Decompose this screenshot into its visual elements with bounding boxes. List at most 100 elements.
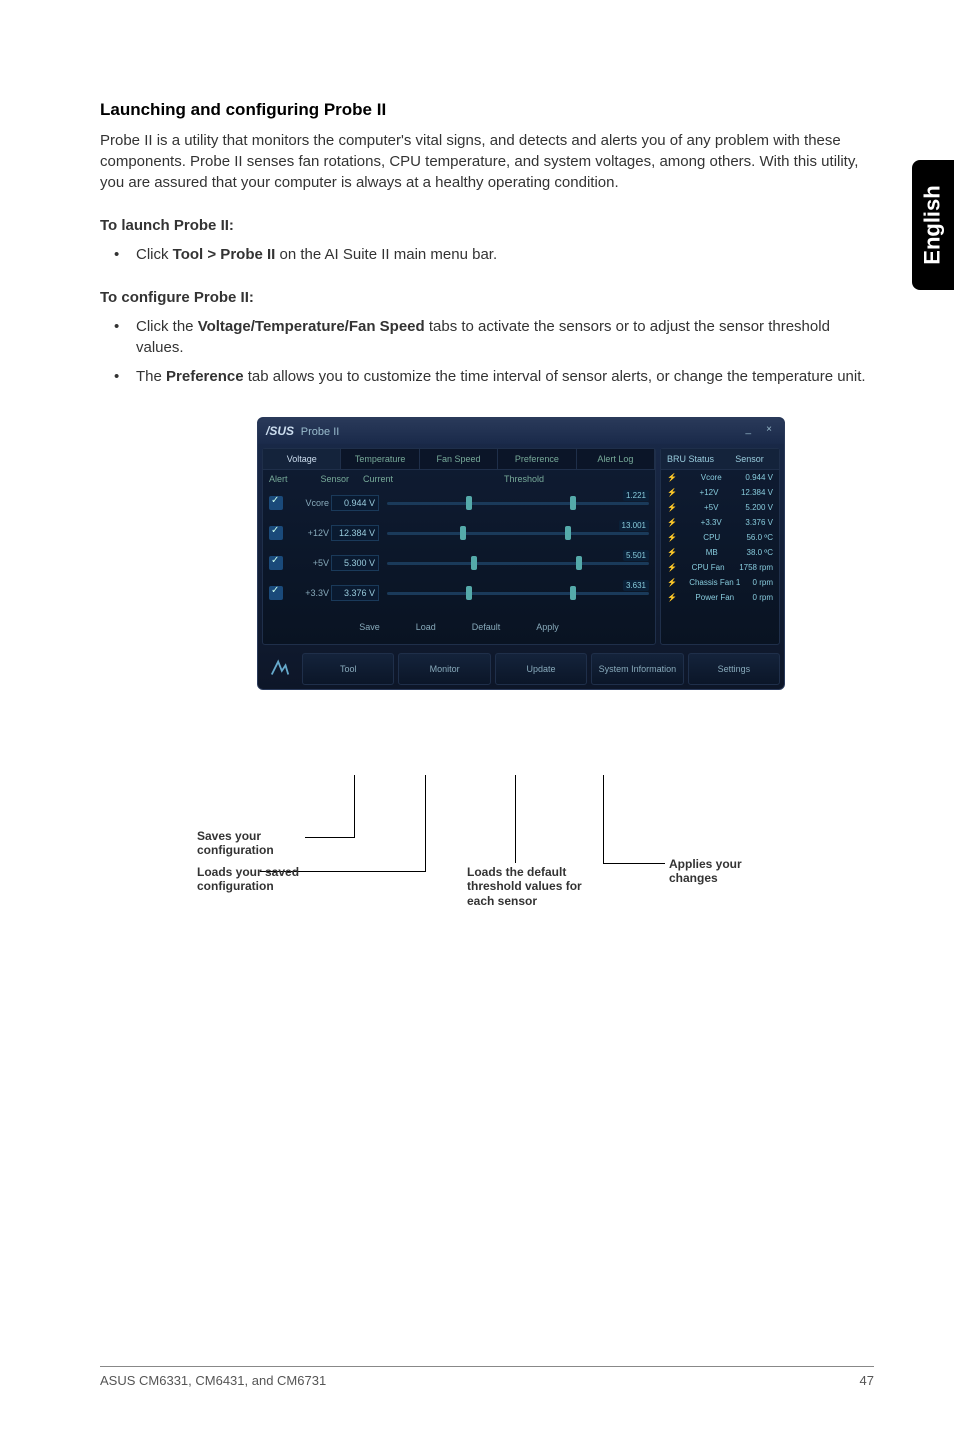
status-row: ⚡Chassis Fan 10 rpm — [661, 575, 779, 590]
status-value: 38.0 ºC — [747, 548, 774, 557]
status-row: ⚡Power Fan0 rpm — [661, 590, 779, 605]
action-buttons: Save Load Default Apply — [263, 608, 655, 644]
left-pane: Voltage Temperature Fan Speed Preference… — [262, 448, 656, 645]
titlebar: /SUS Probe II _ × — [258, 418, 784, 444]
bottom-update-button[interactable]: Update — [495, 653, 587, 685]
status-value: 0 rpm — [753, 578, 773, 587]
configure-list: Click the Voltage/Temperature/Fan Speed … — [100, 316, 874, 387]
status-row: ⚡MB38.0 ºC — [661, 545, 779, 560]
tab-temperature[interactable]: Temperature — [341, 449, 419, 469]
status-value: 56.0 ºC — [746, 533, 773, 542]
launch-item: Click Tool > Probe II on the AI Suite II… — [100, 244, 874, 265]
screenshot-area: /SUS Probe II _ × Voltage Temperature Fa… — [187, 417, 787, 690]
hdr-alert: Alert — [269, 474, 299, 484]
minimize-button[interactable]: _ — [741, 424, 755, 438]
configure-item-1: Click the Voltage/Temperature/Fan Speed … — [100, 316, 874, 358]
sensor-name: +3.3V — [285, 588, 329, 598]
sensor-value: 0.944 V — [331, 495, 379, 511]
window-buttons: _ × — [737, 424, 776, 438]
sensor-name: +5V — [285, 558, 329, 568]
status-name: +5V — [704, 503, 718, 512]
tab-voltage[interactable]: Voltage — [263, 449, 341, 469]
save-button[interactable]: Save — [353, 620, 386, 634]
sensor-name: +12V — [285, 528, 329, 538]
alert-checkbox[interactable] — [269, 586, 283, 600]
status-name: CPU Fan — [692, 563, 725, 572]
status-icon: ⚡ — [667, 593, 677, 602]
callout-saves: Saves your configuration — [197, 829, 307, 858]
bottom-tool-button[interactable]: Tool — [302, 653, 394, 685]
status-name: MB — [706, 548, 718, 557]
status-row: ⚡ +12V 12.384 V — [661, 485, 779, 500]
configure-item-2: The Preference tab allows you to customi… — [100, 366, 874, 387]
status-row: ⚡+5V5.200 V — [661, 500, 779, 515]
status-row: ⚡Vcore0.944 V — [661, 470, 779, 485]
sensor-row: +12V 12.384 V 13.001 — [263, 518, 655, 548]
sensor-row: Vcore 0.944 V 1.221 — [263, 488, 655, 518]
sensor-value: 5.300 V — [331, 555, 379, 571]
tab-fanspeed[interactable]: Fan Speed — [420, 449, 498, 469]
status-icon: ⚡ — [667, 533, 677, 542]
bottom-sysinfo-button[interactable]: System Information — [591, 653, 683, 685]
callout-line — [603, 775, 604, 863]
status-icon: ⚡ — [667, 473, 677, 482]
footer-product: ASUS CM6331, CM6431, and CM6731 — [100, 1373, 326, 1388]
callout-loads: Loads your saved configuration — [197, 865, 337, 894]
status-icon: ⚡ — [667, 488, 677, 497]
status-name: +12V — [700, 488, 719, 497]
sensor-rows: Vcore 0.944 V 1.221 +12V 12.384 V 13.001 — [263, 488, 655, 608]
ai-suite-logo-icon — [262, 653, 298, 685]
page-content: Launching and configuring Probe II Probe… — [0, 0, 954, 690]
titlebar-left: /SUS Probe II — [266, 424, 339, 438]
sensor-tabs: Voltage Temperature Fan Speed Preference… — [263, 449, 655, 470]
language-tab: English — [912, 160, 954, 290]
alert-checkbox[interactable] — [269, 556, 283, 570]
callout-line — [305, 837, 355, 838]
status-name: Chassis Fan 1 — [689, 578, 740, 587]
callout-default: Loads the default threshold values for e… — [467, 865, 607, 908]
bottom-monitor-button[interactable]: Monitor — [398, 653, 490, 685]
status-header: BRU Status Sensor — [661, 449, 779, 470]
status-row: ⚡ CPU 56.0 ºC — [661, 530, 779, 545]
apply-button[interactable]: Apply — [530, 620, 565, 634]
sensor-name: Vcore — [285, 498, 329, 508]
status-row: ⚡CPU Fan1758 rpm — [661, 560, 779, 575]
status-row: ⚡+3.3V3.376 V — [661, 515, 779, 530]
threshold-slider[interactable]: 3.631 — [387, 584, 649, 602]
sensor-value: 12.384 V — [331, 525, 379, 541]
probe-window: /SUS Probe II _ × Voltage Temperature Fa… — [257, 417, 785, 690]
callout-line — [515, 775, 516, 863]
status-hdr-2: Sensor — [720, 449, 779, 469]
column-headers: Alert Sensor Current Threshold — [263, 470, 655, 488]
threshold-slider[interactable]: 5.501 — [387, 554, 649, 572]
status-name: Vcore — [701, 473, 722, 482]
alert-checkbox[interactable] — [269, 526, 283, 540]
hdr-sensor: Sensor — [299, 474, 349, 484]
sensor-row: +3.3V 3.376 V 3.631 — [263, 578, 655, 608]
launch-list: Click Tool > Probe II on the AI Suite II… — [100, 244, 874, 265]
sensor-value: 3.376 V — [331, 585, 379, 601]
status-value: 12.384 V — [741, 488, 773, 497]
status-rows: ⚡Vcore0.944 V⚡+12V12.384 V⚡+5V5.200 V⚡+3… — [661, 470, 779, 605]
section-heading: Launching and configuring Probe II — [100, 100, 874, 120]
intro-paragraph: Probe II is a utility that monitors the … — [100, 130, 874, 193]
page-footer: ASUS CM6331, CM6431, and CM6731 47 — [100, 1366, 874, 1388]
status-pane: BRU Status Sensor ⚡Vcore0.944 V⚡+12V12.3… — [660, 448, 780, 645]
hdr-threshold: Threshold — [399, 474, 649, 484]
threshold-slider[interactable]: 1.221 — [387, 494, 649, 512]
status-name: CPU — [703, 533, 720, 542]
alert-checkbox[interactable] — [269, 496, 283, 510]
tab-preference[interactable]: Preference — [498, 449, 576, 469]
threshold-slider[interactable]: 13.001 — [387, 524, 649, 542]
callout-line — [354, 775, 355, 837]
app-body: Voltage Temperature Fan Speed Preference… — [258, 444, 784, 649]
tab-alertlog[interactable]: Alert Log — [577, 449, 655, 469]
load-button[interactable]: Load — [410, 620, 442, 634]
default-button[interactable]: Default — [466, 620, 507, 634]
bottom-bar: Tool Monitor Update System Information S… — [258, 649, 784, 689]
callout-line — [425, 775, 426, 872]
language-label: English — [920, 185, 946, 264]
bottom-settings-button[interactable]: Settings — [688, 653, 780, 685]
close-button[interactable]: × — [762, 424, 776, 438]
status-value: 0 rpm — [753, 593, 773, 602]
